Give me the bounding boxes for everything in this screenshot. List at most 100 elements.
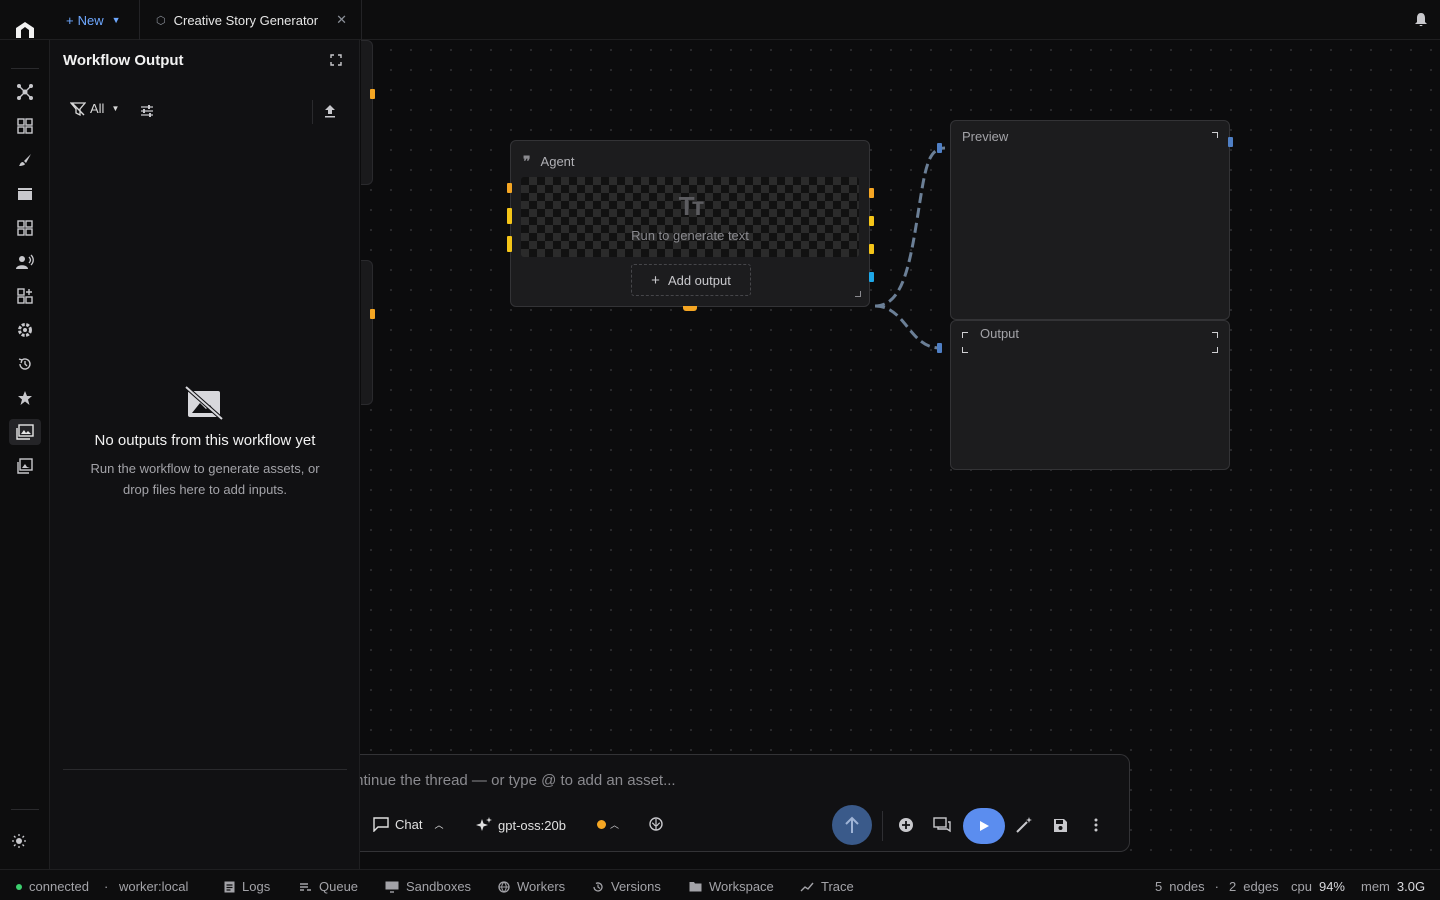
input-port[interactable]: [507, 183, 512, 193]
cpu-value: 94%: [1318, 879, 1345, 894]
templates-icon[interactable]: [9, 113, 41, 139]
mem-label: mem: [1361, 879, 1390, 894]
caret-down-icon: ▼: [111, 104, 120, 113]
plus-icon: +: [651, 271, 660, 289]
magic-wand-icon[interactable]: [1015, 816, 1033, 834]
worker-label: worker:local: [119, 879, 189, 894]
tab-title: Creative Story Generator: [173, 12, 319, 28]
queue-link[interactable]: Queue: [299, 879, 358, 894]
preview-node-header: Preview: [962, 129, 1008, 144]
workers-label: Workers: [517, 879, 566, 894]
sandboxes-label: Sandboxes: [406, 879, 472, 894]
logs-link[interactable]: Logs: [224, 879, 270, 894]
workspace-label: Workspace: [709, 879, 774, 894]
caret-down-icon: ▼: [111, 15, 121, 25]
close-icon[interactable]: ✕: [336, 12, 347, 28]
apps-icon[interactable]: [9, 215, 41, 241]
preview-node-title: Preview: [962, 129, 1009, 144]
left-rail: [0, 40, 50, 869]
save-icon[interactable]: [1051, 816, 1069, 834]
cpu-label: cpu: [1291, 879, 1312, 894]
status-dot: [597, 820, 606, 829]
top-bar: + New ▼ ⬡ Creative Story Generator ✕: [0, 0, 1440, 40]
expand-icon[interactable]: [1212, 132, 1218, 138]
chat-input[interactable]: [360, 769, 1100, 791]
bottom-port[interactable]: [683, 306, 697, 311]
trend-icon: [800, 882, 814, 891]
cpu-stat: cpu 94%: [1291, 879, 1345, 894]
toolbar-divider: [312, 100, 313, 124]
monitor-icon: [385, 881, 399, 893]
settings-icon[interactable]: [9, 317, 41, 343]
output-port[interactable]: [869, 244, 874, 254]
upload-icon[interactable]: [324, 104, 336, 118]
trace-link[interactable]: Trace: [800, 879, 854, 894]
nodes-count: 5: [1155, 879, 1163, 894]
expand-icon[interactable]: [1212, 332, 1218, 338]
more-vertical-icon[interactable]: [1087, 816, 1105, 834]
star-icon[interactable]: [9, 385, 41, 411]
workflow-canvas[interactable]: ❞ Agent Tт Run to generate text + Add ou…: [361, 40, 1440, 869]
sliders-icon[interactable]: [140, 104, 154, 118]
chat-bubbles-icon[interactable]: [933, 816, 951, 834]
arrow-up-icon: [845, 816, 859, 833]
output-node[interactable]: Output: [950, 320, 1230, 470]
graph-stats: 5 nodes · 2 edges: [1155, 879, 1279, 894]
voice-icon[interactable]: [9, 249, 41, 275]
folder-icon: [689, 882, 702, 892]
output-port[interactable]: [869, 272, 874, 282]
play-icon: [980, 821, 989, 831]
queue-label: Queue: [319, 879, 359, 894]
sandboxes-link[interactable]: Sandboxes: [385, 879, 471, 894]
text-output-preview: Tт Run to generate text: [521, 177, 859, 257]
expand-icon[interactable]: [330, 54, 342, 66]
model-selector[interactable]: gpt-oss:20b: [476, 817, 566, 833]
output-placeholder: Run to generate text: [631, 228, 749, 243]
send-button[interactable]: [832, 805, 872, 845]
empty-state-line-2: drop files here to add inputs.: [122, 482, 288, 497]
film-icon[interactable]: [9, 181, 41, 207]
versions-link[interactable]: Versions: [592, 879, 661, 894]
preview-node[interactable]: Preview: [950, 120, 1230, 320]
edges-label: edges: [1243, 879, 1279, 894]
provider-status-dropdown[interactable]: ︿: [597, 818, 619, 831]
preview-input-port[interactable]: [937, 143, 942, 153]
chat-mode-dropdown[interactable]: Chat ︿: [373, 817, 443, 832]
new-button[interactable]: + New ▼: [58, 9, 129, 31]
nodes-icon[interactable]: [9, 79, 41, 105]
sun-icon[interactable]: [3, 828, 35, 854]
agent-node[interactable]: ❞ Agent Tт Run to generate text + Add ou…: [510, 140, 870, 307]
add-output-button[interactable]: + Add output: [631, 264, 751, 296]
workspace-link[interactable]: Workspace: [689, 879, 774, 894]
queue-icon: [300, 882, 311, 891]
output-port[interactable]: [869, 216, 874, 226]
history-icon[interactable]: [9, 351, 41, 377]
workers-link[interactable]: Workers: [498, 879, 565, 894]
tab-creative-story-generator[interactable]: ⬡ Creative Story Generator ✕: [139, 0, 362, 40]
new-button-label: New: [77, 12, 104, 28]
preview-port[interactable]: [1228, 137, 1233, 147]
status-dot: [16, 883, 22, 890]
brain-icon[interactable]: [648, 817, 664, 833]
quote-icon: ❞: [523, 153, 531, 169]
brush-icon[interactable]: [9, 147, 41, 173]
add-output-label: Add output: [667, 272, 731, 288]
assets-icon[interactable]: [9, 419, 41, 445]
input-port[interactable]: [507, 236, 512, 252]
output-input-port[interactable]: [937, 343, 942, 353]
add-widget-icon[interactable]: [9, 283, 41, 309]
gallery-icon[interactable]: [9, 453, 41, 479]
empty-state-title: No outputs from this workflow yet: [94, 432, 316, 449]
logs-label: Logs: [242, 879, 271, 894]
add-circle-icon[interactable]: [897, 816, 915, 834]
run-workflow-button[interactable]: [963, 808, 1005, 844]
output-port[interactable]: [869, 188, 874, 198]
chat-icon: [373, 817, 389, 832]
bell-icon[interactable]: [1414, 12, 1428, 28]
filter-dropdown[interactable]: All ▼: [70, 101, 119, 116]
no-image-icon: [184, 385, 224, 421]
resize-handle[interactable]: [855, 291, 861, 297]
chat-composer: Chat ︿ gpt-oss:20b ︿: [360, 754, 1130, 852]
input-port[interactable]: [507, 208, 512, 224]
filter-label: All: [90, 101, 105, 116]
